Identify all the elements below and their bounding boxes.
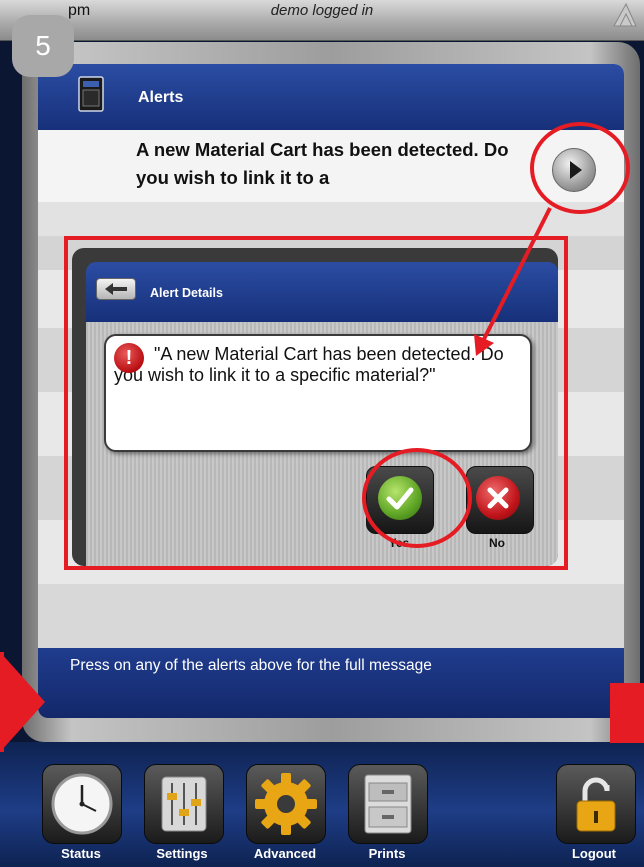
alert-summary-text: A new Material Cart has been detected. D…: [136, 139, 509, 188]
status-label: Status: [61, 846, 101, 861]
pointer-arrow-left: [0, 652, 45, 752]
step-number-badge: 5: [12, 15, 74, 77]
settings-button[interactable]: [144, 764, 224, 844]
printer-device-icon: [78, 76, 104, 112]
highlight-circle-yes: [362, 448, 472, 548]
file-cabinet-icon: [364, 774, 412, 834]
padlock-icon: [576, 777, 616, 832]
status-button[interactable]: [42, 764, 122, 844]
highlight-frame: [64, 236, 568, 570]
brand-logo-icon: [613, 2, 637, 27]
pointer-marker-right: [610, 683, 644, 743]
list-row: [38, 202, 624, 236]
highlight-circle-play: [530, 122, 630, 214]
gear-icon: [255, 773, 317, 835]
settings-label: Settings: [156, 846, 208, 861]
sliders-icon: [161, 776, 207, 832]
prints-button[interactable]: [348, 764, 428, 844]
advanced-label: Advanced: [253, 846, 317, 861]
prints-label: Prints: [368, 846, 406, 861]
login-status: demo logged in: [270, 2, 374, 19]
list-row: [38, 584, 624, 648]
clock-icon: [51, 773, 113, 835]
logout-label: Logout: [571, 846, 617, 861]
advanced-button[interactable]: [246, 764, 326, 844]
footer-hint-text: Press on any of the alerts above for the…: [70, 657, 432, 674]
logout-button[interactable]: [556, 764, 636, 844]
screen-title: Alerts: [138, 89, 184, 106]
screen-header: [38, 64, 624, 130]
